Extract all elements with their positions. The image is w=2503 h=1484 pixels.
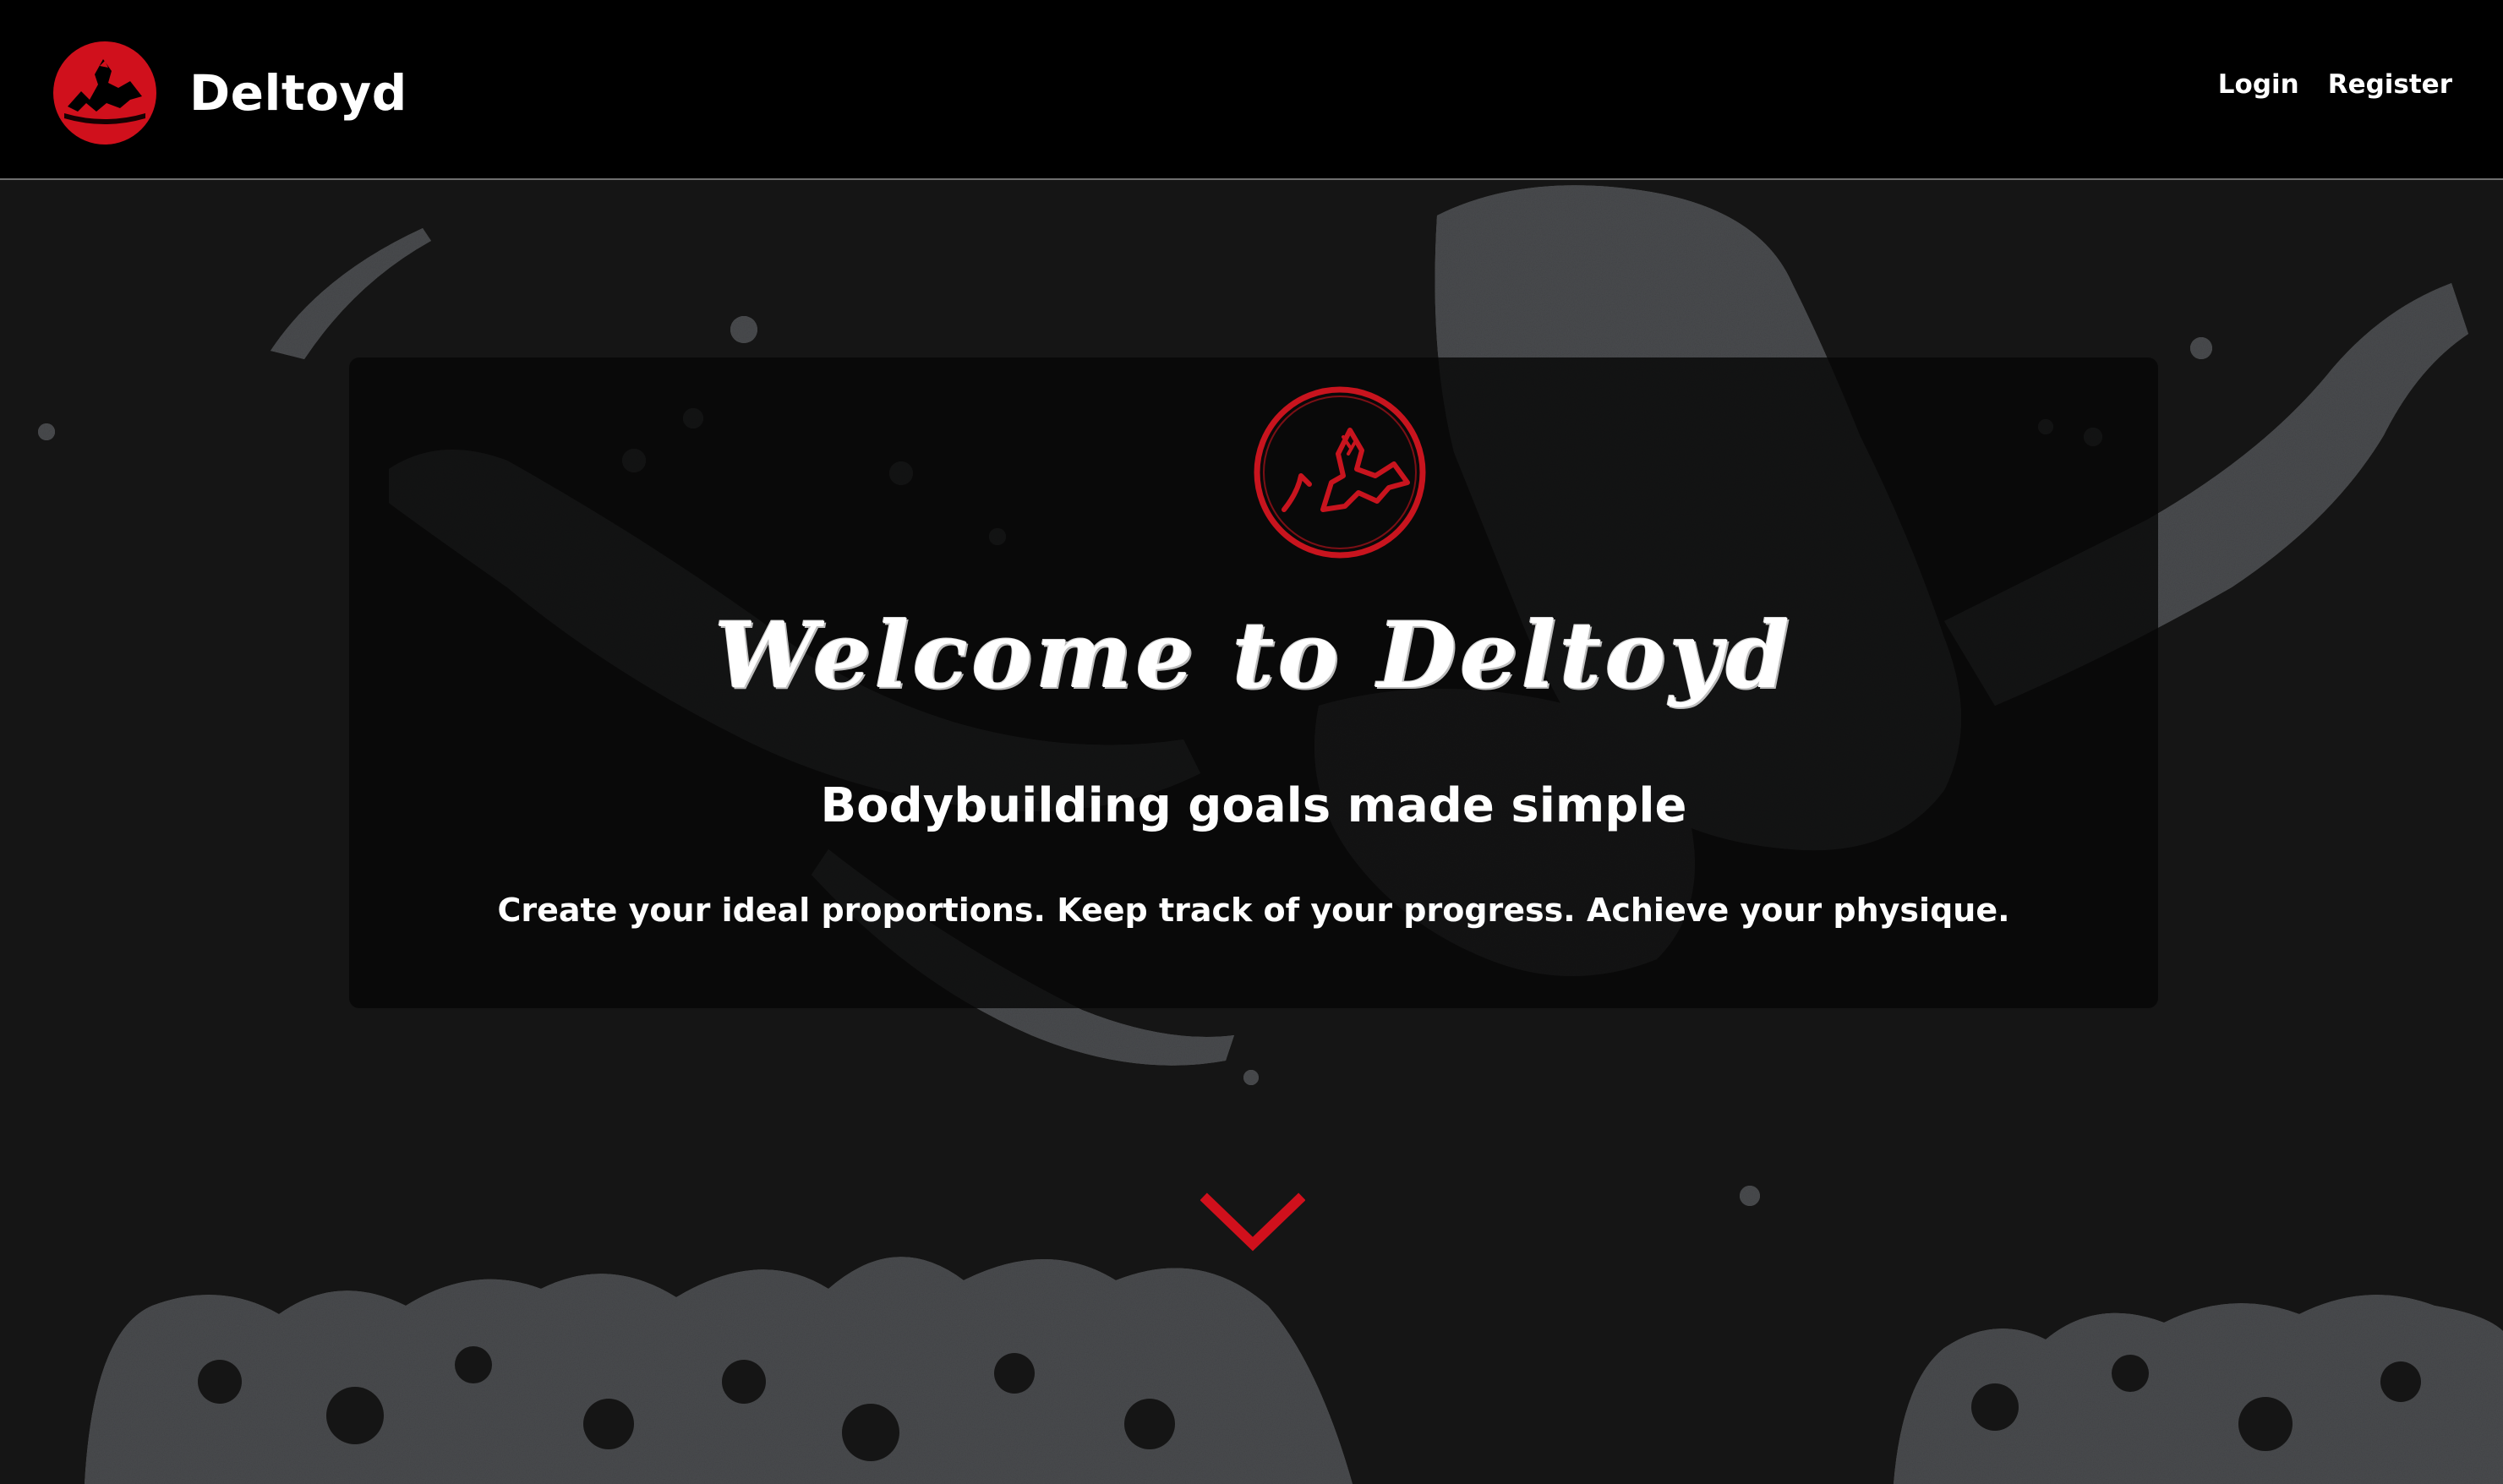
hero-tagline: Create your ideal proportions. Keep trac… [497,892,2010,929]
brand-link[interactable]: Deltoyd [52,41,407,145]
login-link[interactable]: Login [2218,69,2299,100]
deltoyd-emblem-icon [1254,386,1426,559]
brand-name: Deltoyd [189,64,407,122]
navbar: Deltoyd Login Register [0,0,2503,180]
register-link[interactable]: Register [2328,69,2452,100]
nav-links: Login Register [2218,59,2452,110]
hero-title: Welcome to Deltoyd [714,603,1793,709]
chevron-down-icon[interactable] [1200,1192,1305,1256]
hero-card: Welcome to Deltoyd Bodybuilding goals ma… [349,357,2158,1008]
deltoyd-logo-icon [53,41,156,145]
hero-subtitle: Bodybuilding goals made simple [820,778,1687,833]
